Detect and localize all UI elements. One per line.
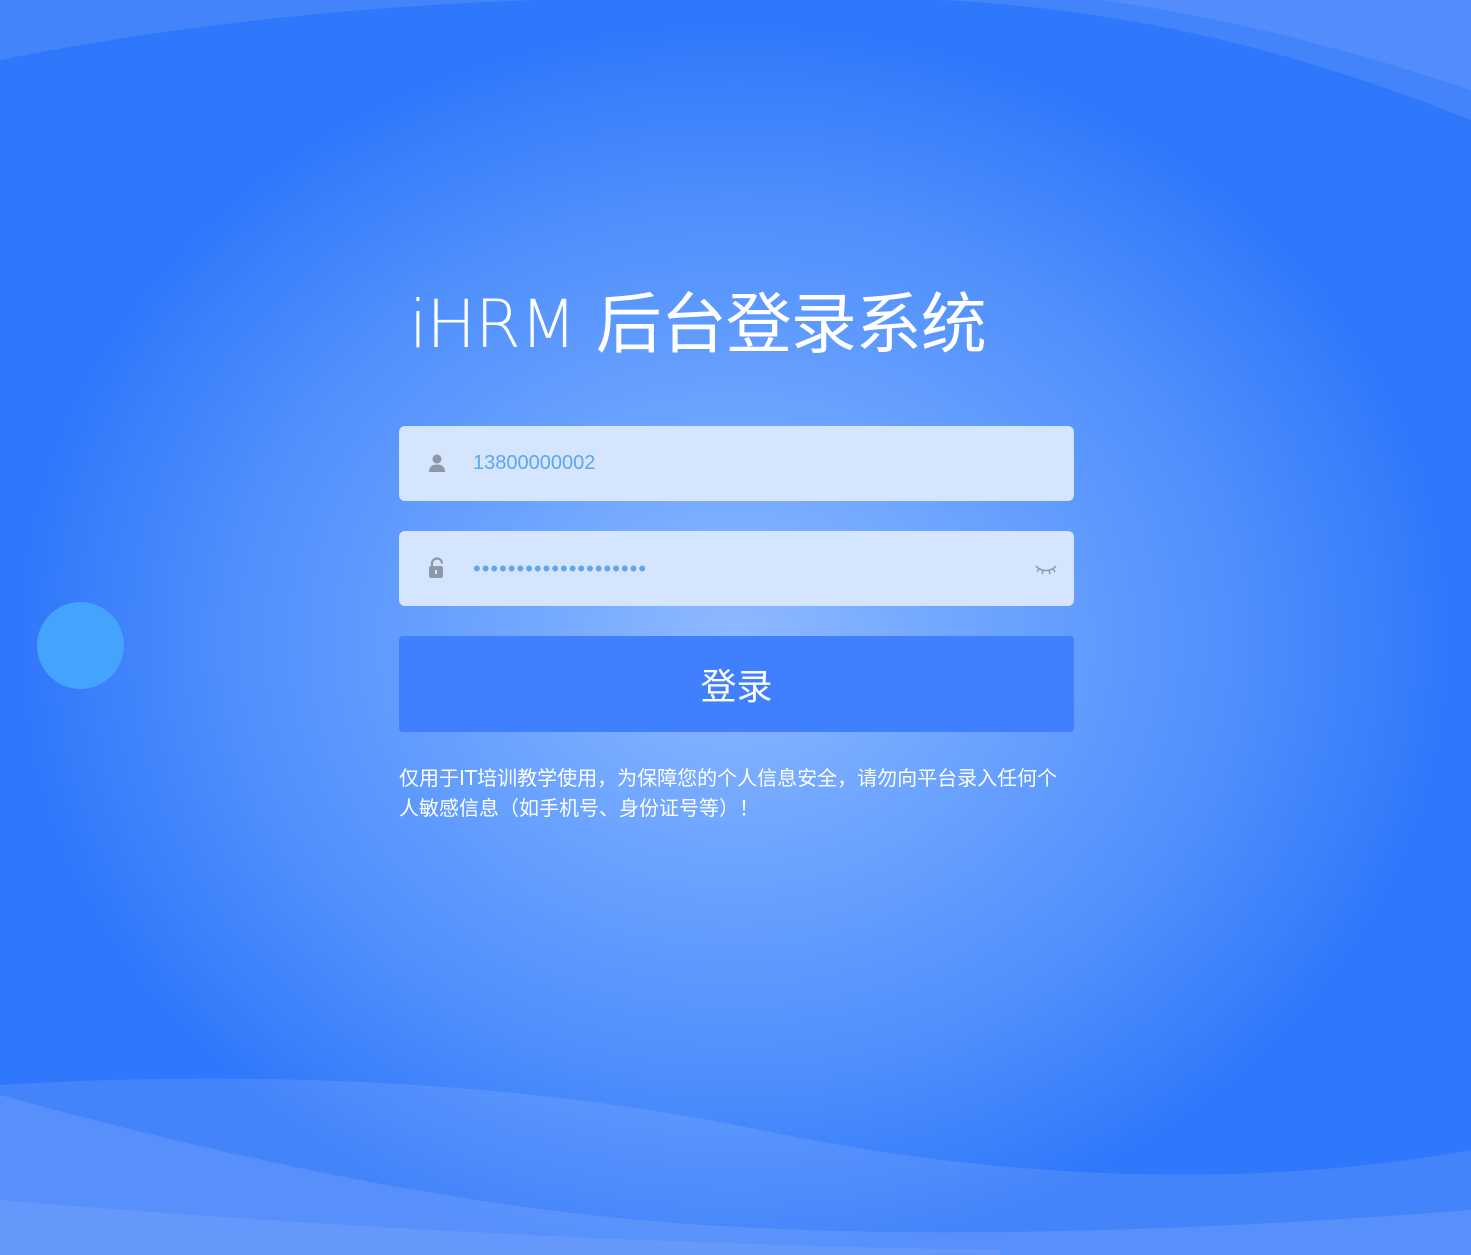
decorative-circle (37, 602, 124, 689)
password-field (399, 531, 1074, 606)
background-waves (0, 0, 1471, 1255)
login-button[interactable]: 登录 (399, 636, 1074, 732)
username-input[interactable] (447, 426, 1024, 501)
lock-icon (426, 557, 448, 579)
user-icon (426, 452, 448, 474)
privacy-notice: 仅用于IT培训教学使用，为保障您的个人信息安全，请勿向平台录入任何个人敏感信息（… (399, 766, 1058, 820)
eye-closed-icon[interactable] (1033, 557, 1059, 579)
password-input[interactable] (447, 531, 1024, 606)
username-field (399, 426, 1074, 501)
page-title: iHRM 后台登录系统 (409, 286, 987, 363)
